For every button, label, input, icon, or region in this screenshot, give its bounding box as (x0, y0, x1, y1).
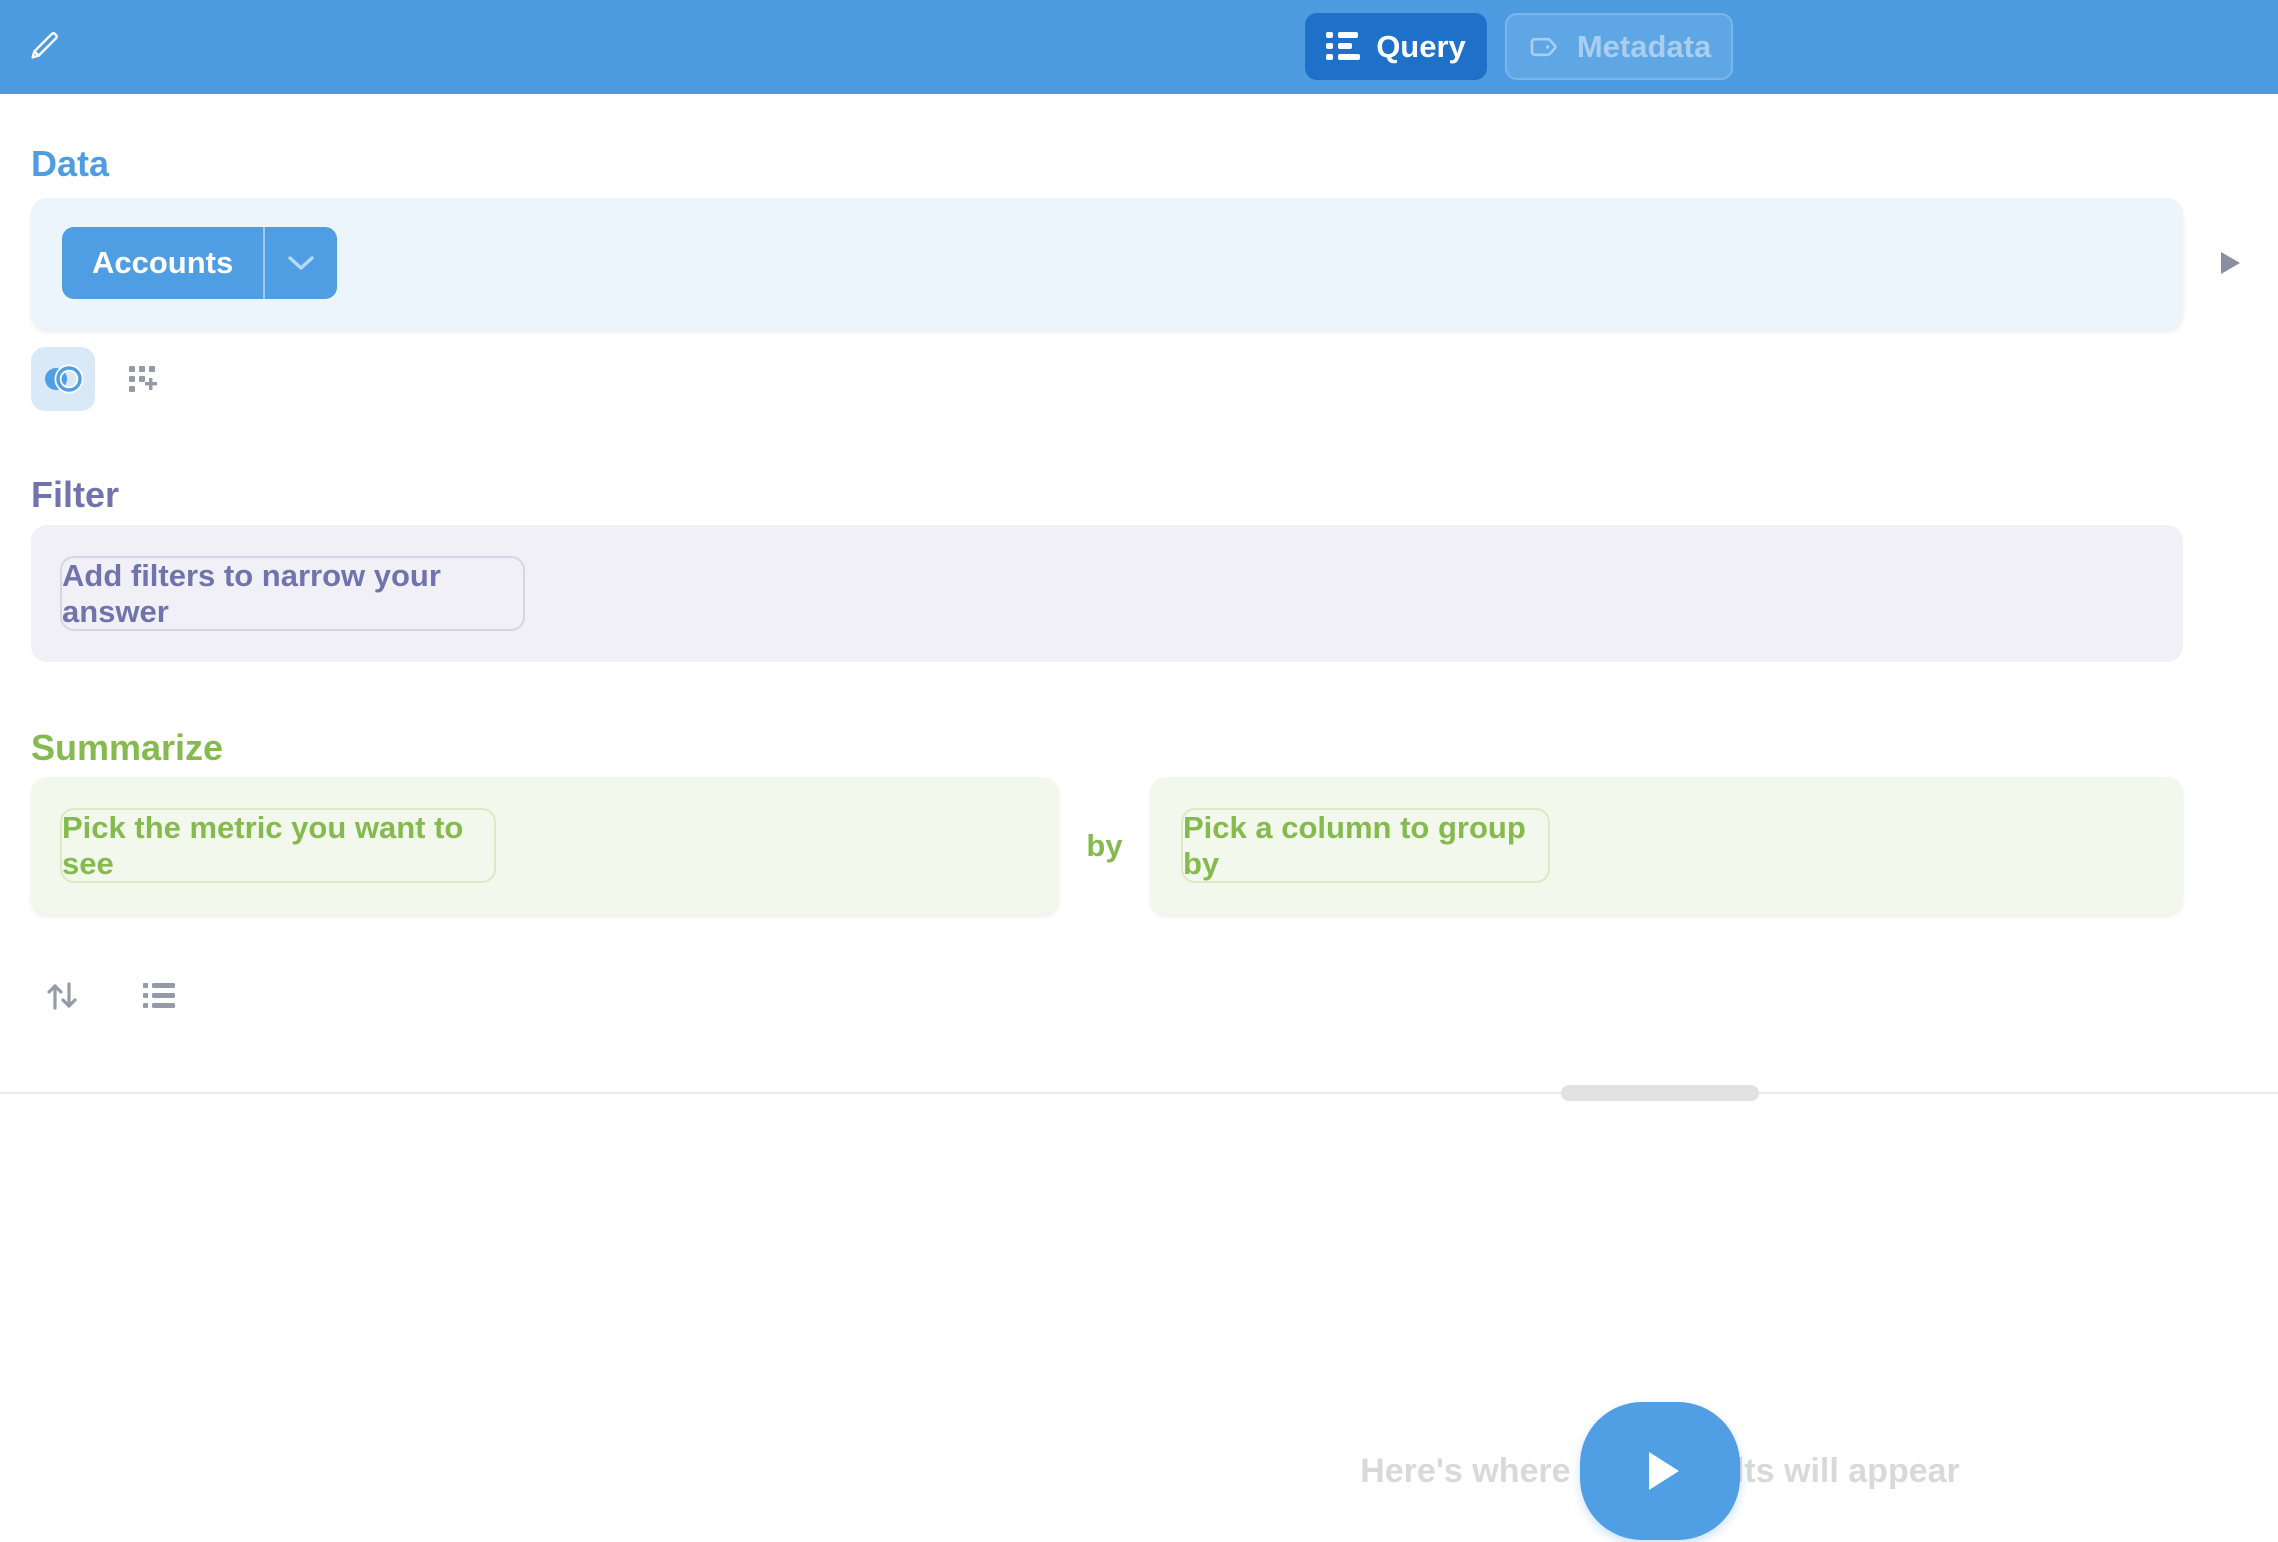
chevron-down-icon[interactable] (263, 227, 337, 299)
data-section-label: Data (31, 143, 109, 185)
row-limit-icon (143, 982, 175, 1010)
tab-metadata[interactable]: Metadata (1505, 13, 1733, 80)
pick-groupby-column-button[interactable]: Pick a column to group by (1181, 808, 1550, 883)
view-switcher: Query Metadata (1305, 13, 1733, 80)
pane-divider (0, 1092, 2278, 1094)
tab-metadata-label: Metadata (1577, 29, 1711, 65)
run-query-button[interactable] (1580, 1402, 1740, 1540)
pick-groupby-column-button-label: Pick a column to group by (1183, 810, 1548, 882)
join-data-button[interactable] (31, 347, 95, 411)
row-limit-step-button[interactable] (142, 981, 176, 1011)
preview-step-button[interactable] (2212, 244, 2248, 282)
data-section: Accounts (31, 198, 2183, 329)
by-label: by (1059, 777, 1150, 914)
play-icon (2221, 252, 2240, 274)
tab-query-label: Query (1376, 29, 1466, 65)
notebook-icon (1326, 32, 1360, 62)
summarize-section-label: Summarize (31, 727, 223, 769)
summarize-groupby-section: Pick a column to group by (1150, 777, 2183, 914)
tab-query[interactable]: Query (1305, 13, 1487, 80)
sort-icon (45, 980, 79, 1012)
add-filter-button-label: Add filters to narrow your answer (62, 558, 523, 630)
filter-section-label: Filter (31, 474, 119, 516)
edit-question-button[interactable] (22, 26, 66, 70)
play-icon (1649, 1452, 1679, 1490)
pencil-icon (27, 29, 61, 68)
header-bar: Query Metadata (0, 0, 2278, 94)
pick-metric-button-label: Pick the metric you want to see (62, 810, 494, 882)
filter-section: Add filters to narrow your answer (31, 525, 2183, 662)
custom-column-button[interactable] (126, 363, 160, 397)
tag-icon (1527, 30, 1561, 64)
add-filter-button[interactable]: Add filters to narrow your answer (60, 556, 525, 631)
summarize-metric-section: Pick the metric you want to see (31, 777, 1059, 914)
data-source-picker[interactable]: Accounts (62, 227, 337, 299)
pane-resize-handle[interactable] (1561, 1085, 1759, 1101)
custom-column-icon (127, 364, 159, 396)
data-source-name: Accounts (62, 227, 263, 299)
pick-metric-button[interactable]: Pick the metric you want to see (60, 808, 496, 883)
join-data-icon (42, 364, 84, 394)
sort-step-button[interactable] (44, 980, 80, 1012)
